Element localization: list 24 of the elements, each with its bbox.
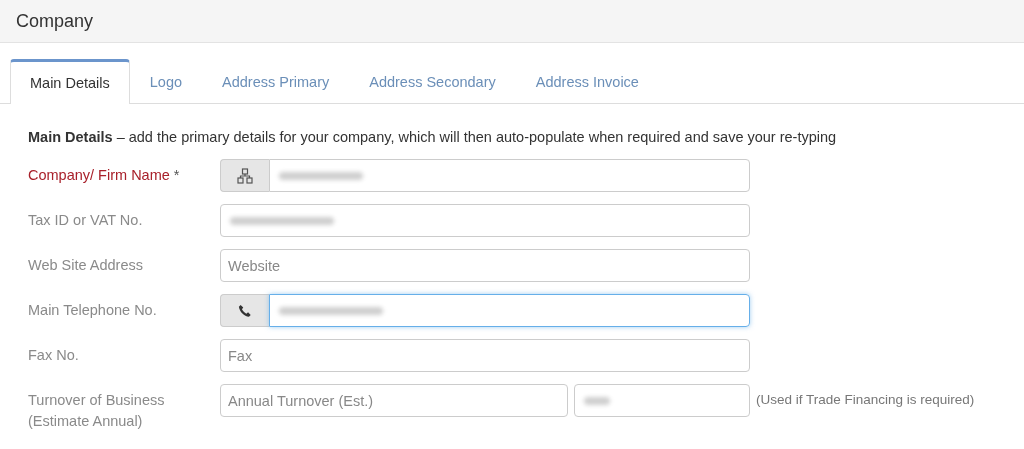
field-label: Turnover of Business (Estimate Annual) [27, 391, 166, 431]
tab[interactable]: Address Primary [202, 59, 350, 103]
field-label: Company/ Firm Name * [27, 166, 181, 185]
phone-icon [238, 303, 252, 318]
required-mark: * [173, 167, 180, 183]
field-label: Main Telephone No. [27, 301, 158, 320]
input-field[interactable] [574, 384, 750, 417]
field-note: (Used if Trade Financing is required) [756, 391, 975, 407]
tab[interactable]: Main Details [10, 59, 130, 104]
tab[interactable]: Address Secondary [349, 59, 516, 103]
field-label: Tax ID or VAT No. [27, 211, 144, 230]
input-field[interactable] [220, 204, 750, 237]
tab[interactable]: Logo [129, 59, 203, 103]
tab[interactable]: Address Invoice [515, 59, 659, 103]
field-label: Fax No. [27, 346, 80, 365]
intro-text: Main Details – add the primary details for your company, which will then auto-populate when required and save your re-typing [28, 129, 838, 145]
input-field[interactable] [269, 294, 750, 327]
field-label: Web Site Address [27, 256, 144, 275]
input-field[interactable]: Annual Turnover (Est.) [220, 384, 568, 417]
input-field[interactable] [269, 159, 750, 192]
input-field[interactable]: Website [220, 249, 750, 282]
page-title: Company [16, 10, 94, 32]
hierarchy-icon [237, 167, 253, 184]
input-field[interactable]: Fax [220, 339, 750, 372]
